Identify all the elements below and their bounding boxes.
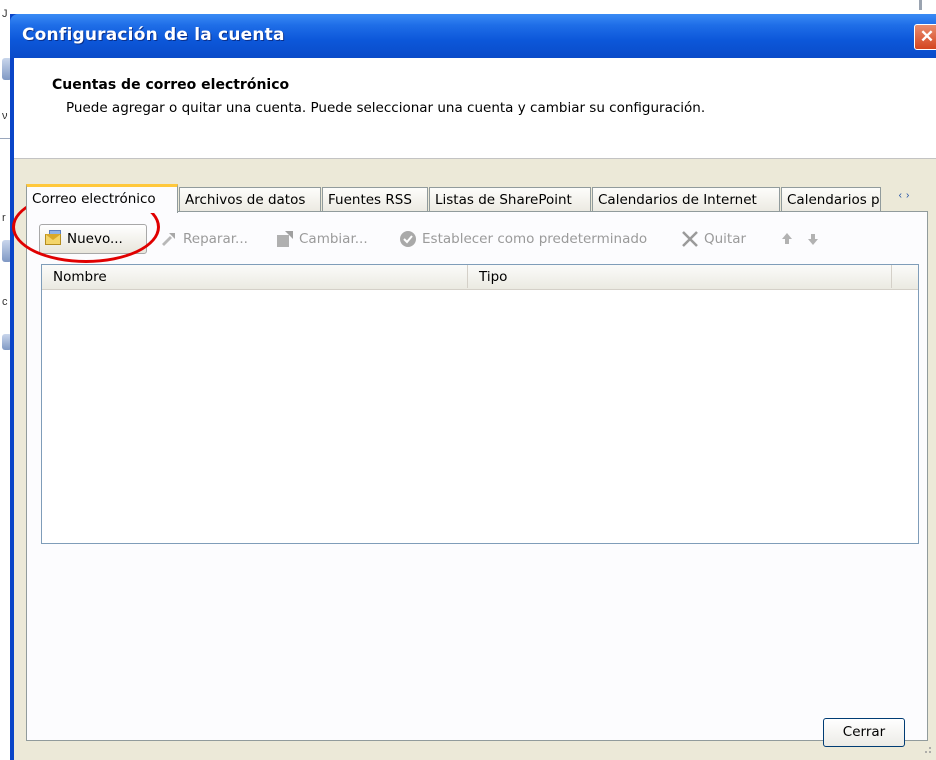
repair-label: Reparar... <box>183 231 248 247</box>
tab-internet-calendars[interactable]: Calendarios de Internet <box>592 187 780 211</box>
arrow-up-icon <box>777 229 797 249</box>
header-description: Puede agregar o quitar una cuenta. Puede… <box>66 100 706 116</box>
tab-scroll-buttons: ‹› <box>888 187 924 207</box>
scroll-left-icon[interactable]: ‹ <box>899 190 906 201</box>
background-text-fragment: ν <box>2 110 8 122</box>
set-default-button[interactable]: Establecer como predeterminado <box>398 224 647 254</box>
repair-icon <box>159 229 179 249</box>
background-text-fragment: c <box>2 296 8 308</box>
column-header-type[interactable]: Tipo <box>468 265 892 288</box>
change-label: Cambiar... <box>299 231 368 247</box>
scroll-right-icon[interactable]: › <box>906 190 913 201</box>
tab-email[interactable]: Correo electrónico <box>26 184 178 213</box>
column-header-name[interactable]: Nombre <box>42 265 468 288</box>
account-toolbar: Nuevo... Reparar... Cambiar... Establece… <box>39 224 927 256</box>
header-title: Cuentas de correo electrónico <box>52 77 290 93</box>
dialog-header: Cuentas de correo electrónico Puede agre… <box>14 58 936 159</box>
tab-strip: Correo electrónico Archivos de datos Fue… <box>26 184 936 213</box>
tab-data-files[interactable]: Archivos de datos <box>179 187 321 211</box>
change-button[interactable]: Cambiar... <box>275 224 368 254</box>
resize-grip-icon[interactable] <box>920 742 932 754</box>
background-window-edge <box>919 0 922 10</box>
check-circle-icon <box>398 229 418 249</box>
new-account-button[interactable]: Nuevo... <box>39 224 147 254</box>
title-bar[interactable]: Configuración de la cuenta ✕ <box>10 14 936 58</box>
tab-published-calendars[interactable]: Calendarios p <box>781 187 881 211</box>
move-down-button[interactable] <box>803 224 827 254</box>
accounts-list[interactable]: Nombre Tipo <box>41 264 919 544</box>
close-button[interactable]: Cerrar <box>823 718 905 747</box>
list-header: Nombre Tipo <box>42 265 918 290</box>
account-settings-dialog: Configuración de la cuenta ✕ Cuentas de … <box>10 14 936 760</box>
close-icon: ✕ <box>919 27 935 46</box>
background-text-fragment: J <box>2 8 8 20</box>
background-text-fragment: r <box>2 212 6 224</box>
email-tab-panel: Nuevo... Reparar... Cambiar... Establece… <box>26 211 928 741</box>
tab-rss-feeds[interactable]: Fuentes RSS <box>322 187 428 211</box>
dialog-client-area: Cuentas de correo electrónico Puede agre… <box>14 58 936 760</box>
remove-button[interactable]: Quitar <box>680 224 746 254</box>
remove-label: Quitar <box>704 231 747 247</box>
repair-button[interactable]: Reparar... <box>159 224 248 254</box>
tab-sharepoint-lists[interactable]: Listas de SharePoint <box>429 187 591 211</box>
set-default-label: Establecer como predeterminado <box>422 231 648 247</box>
new-account-label: Nuevo... <box>67 231 123 247</box>
change-icon <box>275 229 295 249</box>
mail-icon <box>43 229 63 249</box>
arrow-down-icon <box>803 229 823 249</box>
move-up-button[interactable] <box>777 224 801 254</box>
window-title: Configuración de la cuenta <box>22 25 285 45</box>
close-window-button[interactable]: ✕ <box>914 24 936 50</box>
x-icon <box>680 229 700 249</box>
